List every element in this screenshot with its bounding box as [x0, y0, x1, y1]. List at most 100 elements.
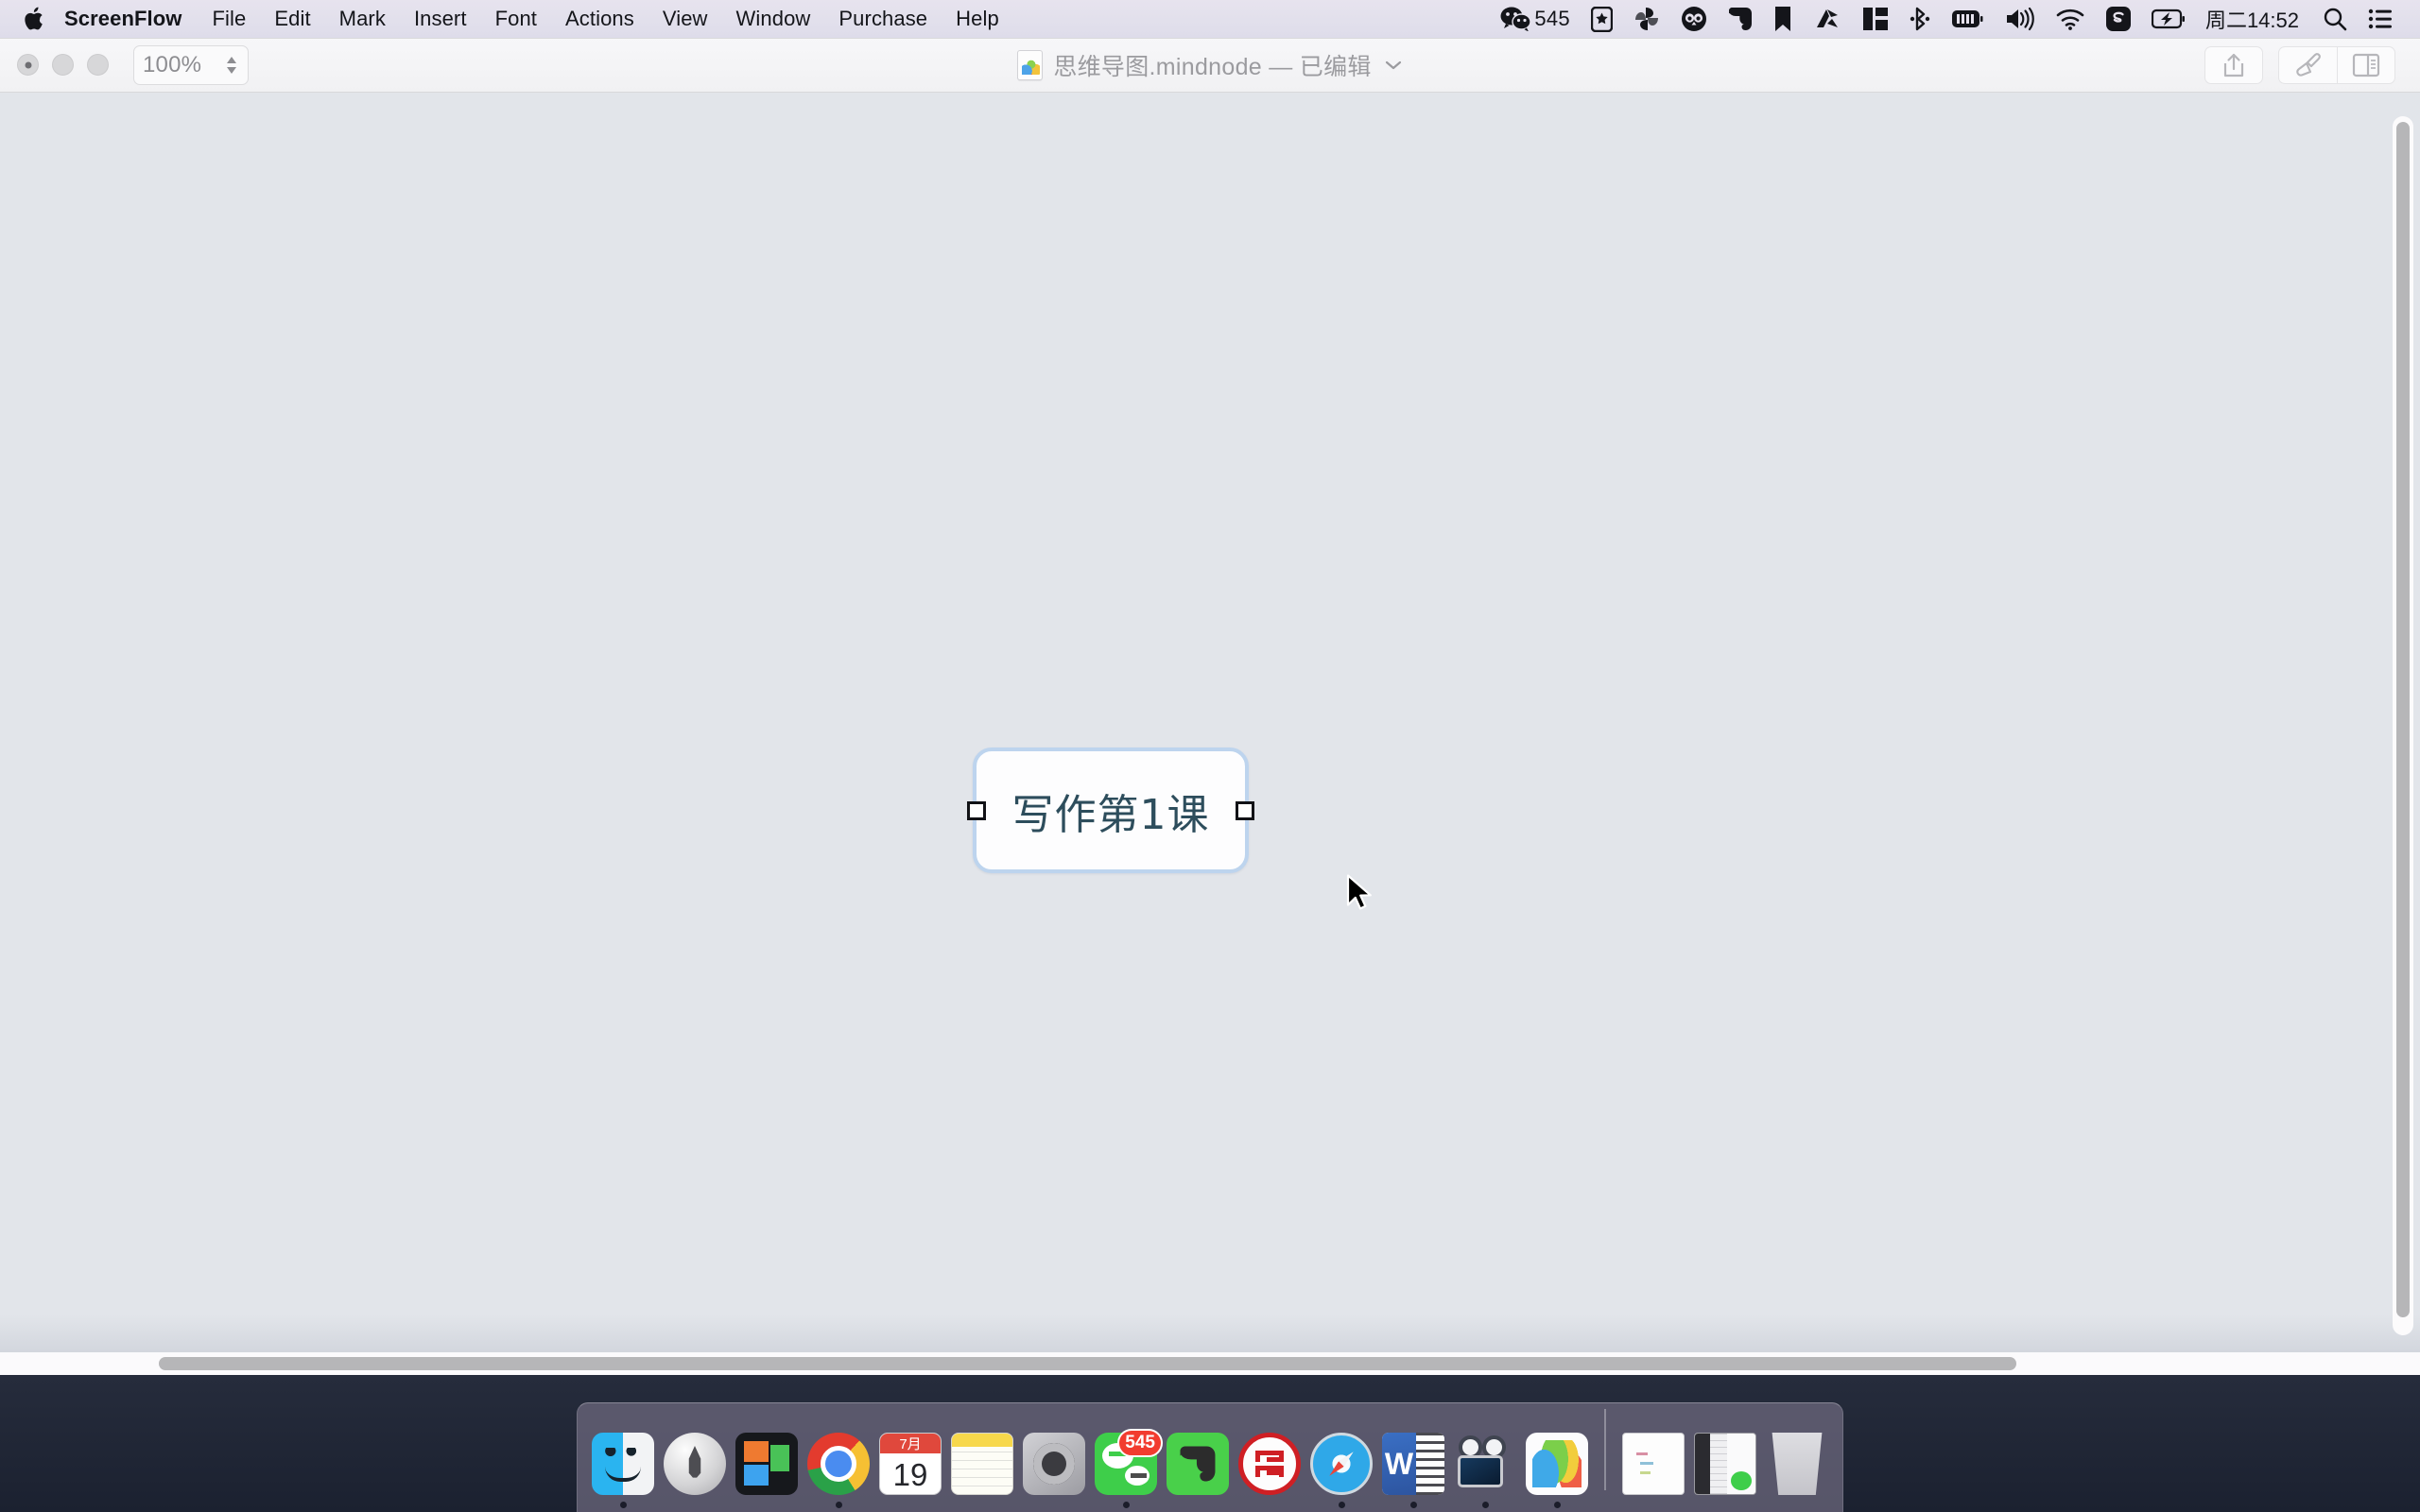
word-icon: W [1382, 1433, 1444, 1495]
zoom-value: 100% [143, 51, 202, 77]
mindmap-node-label: 写作第1课 [1011, 790, 1210, 839]
desktop-background: 7月 19 545 W [0, 1375, 2420, 1512]
launchpad-icon [664, 1433, 726, 1495]
dock-separator [1604, 1408, 1606, 1490]
dock-item-notes[interactable] [946, 1402, 1018, 1512]
running-indicator [1338, 1502, 1345, 1508]
dock-item-evernote[interactable] [1162, 1402, 1234, 1512]
dock-item-calendar[interactable]: 7月 19 [874, 1402, 946, 1512]
menu-item-view[interactable]: View [648, 0, 722, 38]
dock-item-minimized-wechat[interactable] [1689, 1402, 1761, 1512]
dock-item-word[interactable]: W [1377, 1402, 1449, 1512]
menu-item-mark[interactable]: Mark [325, 0, 400, 38]
mission-control-icon [735, 1433, 798, 1495]
dock-item-mission-control[interactable] [731, 1402, 803, 1512]
dock-item-minimized-mindnode[interactable] [1617, 1402, 1689, 1512]
calendar-month: 7月 [880, 1434, 941, 1453]
dock-item-launchpad[interactable] [659, 1402, 731, 1512]
notes-icon [951, 1433, 1013, 1495]
dock-item-trash[interactable] [1761, 1402, 1833, 1512]
window-title: 思维导图.mindnode — 已编辑 [1053, 54, 1372, 80]
mindmap-canvas[interactable]: 写作第1课 [0, 93, 2420, 1375]
menu-item-app[interactable]: ScreenFlow [64, 0, 198, 38]
share-icon[interactable] [2204, 45, 2263, 84]
minimized-wechat-icon [1694, 1433, 1756, 1495]
dock-item-mindnode[interactable] [1521, 1402, 1593, 1512]
minimized-mindnode-icon [1622, 1433, 1685, 1495]
toolbar-button-group [2278, 45, 2395, 84]
chrome-icon [807, 1433, 870, 1495]
chevron-down-icon[interactable] [1384, 59, 1403, 72]
volume-icon[interactable] [1994, 0, 2045, 38]
vertical-scrollbar-thumb[interactable] [2396, 122, 2410, 1317]
maximize-button[interactable] [87, 54, 109, 76]
dock-item-finder[interactable] [587, 1402, 659, 1512]
mindnode-icon [1526, 1433, 1588, 1495]
calendar-day: 19 [892, 1456, 928, 1492]
resize-handle-left[interactable] [967, 800, 986, 820]
menu-item-purchase[interactable]: Purchase [824, 0, 942, 38]
menu-item-edit[interactable]: Edit [260, 0, 324, 38]
owl-icon[interactable] [1670, 0, 1718, 38]
pinwheel-icon[interactable] [1623, 0, 1670, 38]
paintbrush-icon[interactable] [2278, 45, 2337, 84]
window-title-area: 思维导图.mindnode — 已编辑 [0, 38, 2420, 93]
vertical-scrollbar[interactable] [2393, 116, 2413, 1335]
safari-icon [1310, 1433, 1373, 1495]
screenflow-icon [1454, 1433, 1516, 1495]
zoom-stepper[interactable]: 100% [133, 44, 249, 85]
screenflow-s-icon[interactable] [2096, 0, 2141, 38]
menu-item-help[interactable]: Help [942, 0, 1013, 38]
resize-handle-right[interactable] [1236, 800, 1254, 820]
dock-item-screenflow[interactable] [1449, 1402, 1521, 1512]
menu-item-actions[interactable]: Actions [551, 0, 648, 38]
window-titlebar: 100% 思维导图.mindnode — 已编辑 [0, 38, 2420, 93]
evernote-icon [1167, 1433, 1229, 1495]
cpu-meter-icon[interactable] [1941, 0, 1994, 38]
dock-item-safari[interactable] [1305, 1402, 1377, 1512]
mindmap-node-root[interactable]: 写作第1课 [967, 747, 1254, 873]
menu-bar: ScreenFlow File Edit Mark Insert Font Ac… [0, 0, 2420, 38]
window-layout-icon[interactable] [1852, 0, 1899, 38]
menu-item-insert[interactable]: Insert [400, 0, 481, 38]
menu-bar-clock[interactable]: 周二14:52 [2196, 4, 2312, 34]
dock-item-system-preferences[interactable] [1018, 1402, 1090, 1512]
traffic-lights [17, 54, 109, 76]
minimize-button[interactable] [52, 54, 74, 76]
mindnode-document-icon [1017, 50, 1044, 80]
finder-icon [592, 1433, 654, 1495]
menu-item-font[interactable]: Font [481, 0, 551, 38]
icbc-icon [1238, 1433, 1301, 1495]
pocket-star-icon[interactable] [1581, 0, 1623, 38]
search-icon[interactable] [2312, 0, 2358, 38]
word-letter: W [1382, 1433, 1416, 1495]
dock-item-wechat[interactable]: 545 [1090, 1402, 1163, 1512]
evernote-elephant-icon[interactable] [1718, 0, 1763, 38]
wifi-icon[interactable] [2045, 0, 2096, 38]
toolbar-right [2204, 45, 2420, 84]
horizontal-scrollbar-thumb[interactable] [159, 1357, 2016, 1370]
alfred-a-icon[interactable] [1803, 0, 1852, 38]
menu-item-window[interactable]: Window [722, 0, 825, 38]
dock-item-chrome[interactable] [803, 1402, 874, 1512]
horizontal-scrollbar[interactable] [0, 1352, 2420, 1375]
apple-logo-icon[interactable] [25, 6, 47, 32]
running-indicator [1409, 1502, 1417, 1508]
battery-charging-icon[interactable] [2141, 0, 2196, 38]
dock-item-icbc[interactable] [1234, 1402, 1305, 1512]
menu-item-file[interactable]: File [198, 0, 260, 38]
inspector-panel-icon[interactable] [2337, 45, 2395, 84]
running-indicator [1481, 1502, 1489, 1508]
wechat-unread-count: 545 [1534, 7, 1570, 30]
mindnode-window: 100% 思维导图.mindnode — 已编辑 写作第1课 [0, 38, 2420, 1375]
wechat-badge: 545 [1117, 1429, 1163, 1457]
bookmark-flag-icon[interactable] [1763, 0, 1803, 38]
close-button[interactable] [17, 54, 39, 76]
notification-center-icon[interactable] [2358, 0, 2403, 38]
stepper-chevrons-icon[interactable] [224, 55, 239, 76]
trash-icon [1772, 1433, 1823, 1495]
running-indicator [1553, 1502, 1561, 1508]
menu-item-list: ScreenFlow File Edit Mark Insert Font Ac… [64, 0, 1013, 38]
wechat-icon[interactable]: 545 [1490, 0, 1581, 38]
bluetooth-icon[interactable] [1899, 0, 1941, 38]
